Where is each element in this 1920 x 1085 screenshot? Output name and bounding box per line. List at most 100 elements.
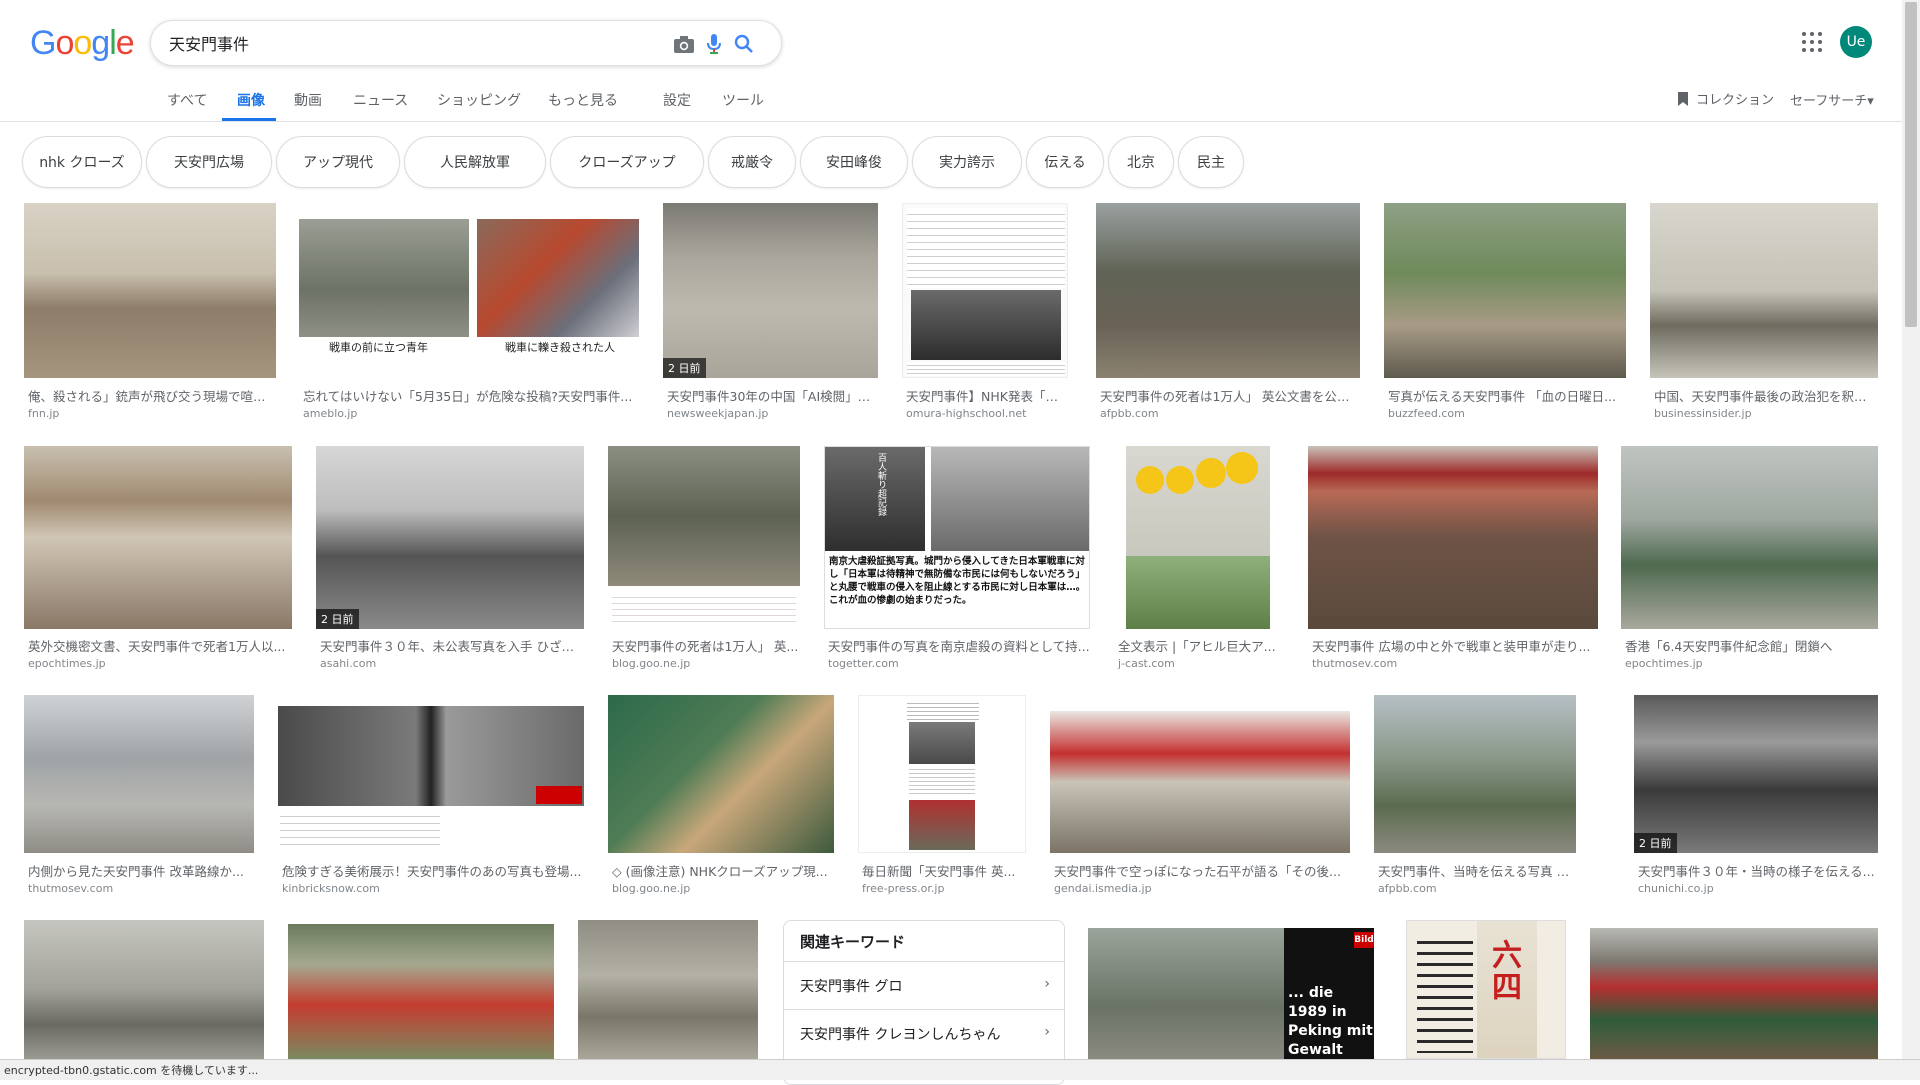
tab-videos[interactable]: 動画	[294, 90, 322, 110]
safesearch-dropdown[interactable]: セーフサーチ▾	[1790, 90, 1874, 109]
result-caption[interactable]: 天安門事件で空っぽになった石平が語る「その後...	[1054, 861, 1350, 880]
result-caption[interactable]: 天安門事件の写真を南京虐殺の資料として持...	[828, 636, 1090, 655]
tab-shopping[interactable]: ショッピング	[437, 90, 521, 110]
search-icon[interactable]	[731, 31, 757, 57]
result-image[interactable]: 2 日前	[1634, 695, 1878, 853]
chip[interactable]: 北京	[1108, 136, 1174, 188]
chip[interactable]: アップ現代	[276, 136, 400, 188]
result-image[interactable]: 百人斬り超記録 南京大虐殺証拠写真。城門から侵入してきた日本軍戦車に対し「日本軍…	[824, 446, 1090, 629]
chip[interactable]: nhk クローズ	[22, 136, 142, 188]
result-source[interactable]: chunichi.co.jp	[1638, 882, 1714, 895]
apps-grid-icon[interactable]	[1800, 30, 1824, 58]
result-caption[interactable]: 天安門事件３０年、未公表写真を入手 ひざま...	[320, 636, 582, 655]
result-caption[interactable]: 天安門事件、当時を伝える写真 写真41...	[1378, 861, 1576, 880]
result-caption[interactable]: 天安門事件30年の中国「AI検閲」フ...	[667, 386, 876, 405]
result-source[interactable]: gendai.ismedia.jp	[1054, 882, 1152, 895]
result-caption[interactable]: 天安門事件】NHK発表「犠...	[906, 386, 1066, 405]
chip[interactable]: 実力誇示	[912, 136, 1022, 188]
chip[interactable]: 安田峰俊	[800, 136, 908, 188]
result-source[interactable]: togetter.com	[828, 657, 899, 670]
result-image[interactable]	[1590, 928, 1878, 1059]
google-logo[interactable]: Google	[30, 24, 135, 63]
result-caption[interactable]: 香港「6.4天安門事件紀念館」閉鎖へ	[1625, 636, 1878, 655]
chip[interactable]: クローズアップ	[550, 136, 704, 188]
result-source[interactable]: afpbb.com	[1378, 882, 1437, 895]
result-caption[interactable]: 天安門事件の死者は1万人」 英...	[612, 636, 800, 655]
tab-images[interactable]: 画像	[237, 90, 265, 110]
tab-settings[interactable]: 設定	[663, 90, 691, 110]
result-image[interactable]: 六四	[1406, 920, 1566, 1059]
result-image[interactable]: Bild ... die 1989 in Peking mit Gewalt n…	[1088, 928, 1374, 1059]
result-image[interactable]	[278, 706, 584, 853]
result-image[interactable]	[858, 695, 1026, 853]
result-caption[interactable]: 天安門事件 広場の中と外で戦車と装甲車が走り...	[1312, 636, 1598, 655]
related-keyword-item[interactable]: 天安門事件 クレヨンしんちゃん ›	[784, 1009, 1064, 1057]
result-caption[interactable]: 天安門事件の死者は1万人」 英公文書を公開...	[1100, 386, 1358, 405]
result-image[interactable]	[1308, 446, 1598, 629]
result-image[interactable]	[1050, 711, 1350, 853]
related-keyword-item[interactable]: 天安門事件 グロ ›	[784, 961, 1064, 1009]
result-source[interactable]: blog.goo.ne.jp	[612, 882, 690, 895]
result-image[interactable]	[1384, 203, 1626, 378]
result-image[interactable]	[24, 203, 276, 378]
result-image[interactable]	[288, 924, 554, 1059]
result-caption[interactable]: 毎日新聞「天安門事件 英...	[862, 861, 1026, 880]
result-image[interactable]	[24, 920, 264, 1059]
chip[interactable]: 伝える	[1026, 136, 1104, 188]
result-image[interactable]: 2 日前	[316, 446, 584, 629]
result-caption[interactable]: 天安門事件３０年・当時の様子を伝える...	[1638, 861, 1878, 880]
result-caption[interactable]: 内側から見た天安門事件 改革路線か...	[28, 861, 254, 880]
microphone-icon[interactable]	[701, 31, 727, 57]
result-image[interactable]	[24, 446, 292, 629]
result-image[interactable]	[608, 446, 800, 629]
result-caption[interactable]: 全文表示 |「アヒル巨大ア...	[1118, 636, 1278, 655]
result-image[interactable]: 戦車の前に立つ青年 戦車に轢き殺された人	[299, 219, 639, 378]
result-source[interactable]: buzzfeed.com	[1388, 407, 1465, 420]
result-source[interactable]: free-press.or.jp	[862, 882, 944, 895]
result-caption[interactable]: 英外交機密文書、天安門事件で死者1万人以...	[28, 636, 290, 655]
tab-all[interactable]: すべて	[167, 90, 207, 110]
scrollbar-thumb[interactable]	[1905, 2, 1917, 327]
result-source[interactable]: newsweekjapan.jp	[667, 407, 768, 420]
search-input[interactable]	[169, 30, 609, 56]
result-caption[interactable]: 危険すぎる美術展示！天安門事件のあの写真も登場...	[282, 861, 584, 880]
result-image[interactable]	[578, 920, 758, 1059]
result-image[interactable]	[1374, 695, 1576, 853]
result-image[interactable]	[1096, 203, 1360, 378]
result-caption[interactable]: 忘れてはいけない「5月35日」が危険な投稿?天安門事件...	[303, 386, 637, 405]
result-image[interactable]	[902, 203, 1068, 378]
tab-tools[interactable]: ツール	[722, 90, 764, 110]
result-source[interactable]: fnn.jp	[28, 407, 59, 420]
result-source[interactable]: epochtimes.jp	[1625, 657, 1703, 670]
chip[interactable]: 人民解放軍	[404, 136, 546, 188]
avatar[interactable]: Ue	[1840, 26, 1872, 58]
result-source[interactable]: ameblo.jp	[303, 407, 357, 420]
camera-icon[interactable]	[671, 31, 697, 57]
result-image[interactable]	[608, 695, 834, 853]
result-source[interactable]: j-cast.com	[1118, 657, 1175, 670]
result-source[interactable]: afpbb.com	[1100, 407, 1159, 420]
result-source[interactable]: blog.goo.ne.jp	[612, 657, 690, 670]
result-image[interactable]	[1126, 446, 1270, 629]
collections-button[interactable]: コレクション	[1676, 89, 1774, 108]
chip[interactable]: 天安門広場	[146, 136, 272, 188]
result-source[interactable]: epochtimes.jp	[28, 657, 106, 670]
result-image[interactable]	[1650, 203, 1878, 378]
result-caption[interactable]: 中国、天安門事件最後の政治犯を釈放...	[1654, 386, 1878, 405]
tab-more[interactable]: もっと見る	[548, 90, 618, 110]
result-caption[interactable]: 写真が伝える天安門事件 「血の日曜日...	[1388, 386, 1624, 405]
result-source[interactable]: asahi.com	[320, 657, 376, 670]
result-source[interactable]: businessinsider.jp	[1654, 407, 1752, 420]
chip[interactable]: 戒厳令	[708, 136, 796, 188]
result-image[interactable]	[24, 695, 254, 853]
chip[interactable]: 民主	[1178, 136, 1244, 188]
result-source[interactable]: kinbricksnow.com	[282, 882, 380, 895]
result-source[interactable]: omura-highschool.net	[906, 407, 1026, 420]
result-caption[interactable]: 俺、殺される」銃声が飛び交う現場で喧吐...	[28, 386, 274, 405]
result-image[interactable]	[1621, 446, 1878, 629]
vertical-scrollbar[interactable]	[1902, 0, 1920, 1059]
tab-news[interactable]: ニュース	[353, 90, 408, 110]
result-image[interactable]: 2 日前	[663, 203, 878, 378]
result-source[interactable]: thutmosev.com	[28, 882, 113, 895]
result-source[interactable]: thutmosev.com	[1312, 657, 1397, 670]
